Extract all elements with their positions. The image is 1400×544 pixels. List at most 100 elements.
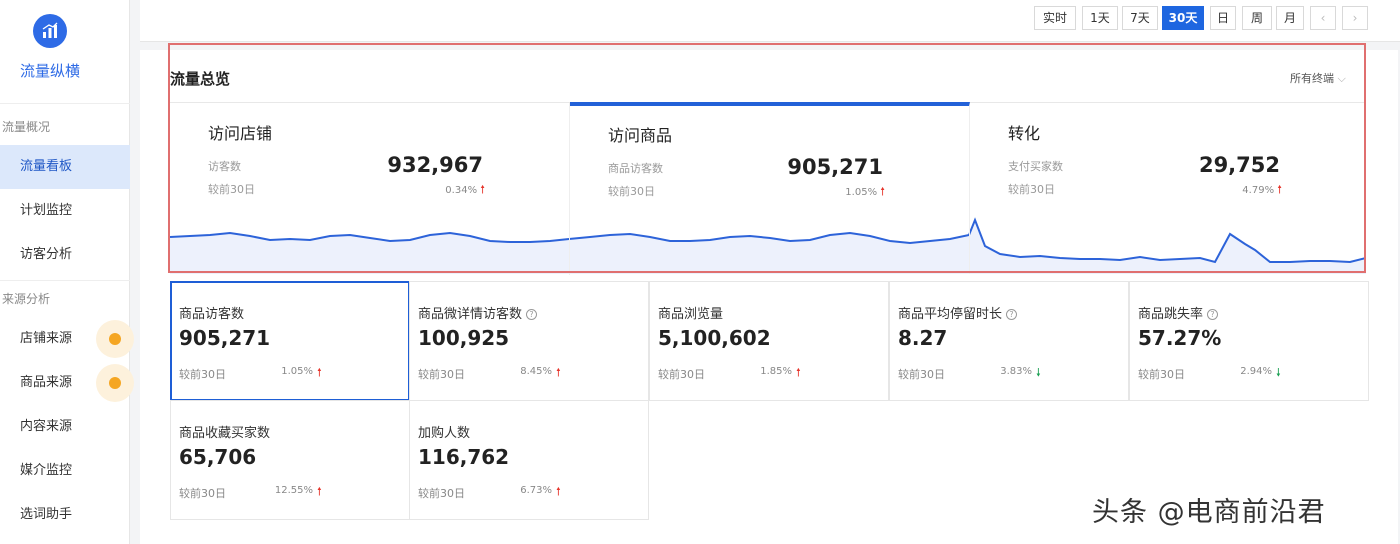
sidebar-item-traffic-board[interactable]: 流量看板: [0, 145, 130, 189]
card-change-value: 4.79%: [1242, 185, 1275, 196]
arrow-up-icon: 🠕: [556, 485, 561, 498]
sidebar-item-visitor-analysis[interactable]: 访客分析: [0, 233, 130, 277]
help-icon[interactable]: ?: [1207, 309, 1219, 320]
metric-change: 2.94%: [1240, 366, 1272, 377]
metric-card-product-visitors[interactable]: 商品访客数 905,271 较前30日 1.05% 🠕: [170, 281, 410, 401]
arrow-up-icon: 🠕: [317, 485, 322, 498]
guide-dot-icon[interactable]: [96, 320, 134, 358]
chevron-left-icon: ‹: [1320, 11, 1326, 25]
card-title: 转化: [1008, 124, 1041, 143]
chart-logo-icon[interactable]: [33, 14, 67, 48]
overview-card-conversion[interactable]: 转化 支付买家数 较前30日 29,752 4.79% 🠕: [970, 103, 1366, 275]
range-day-button[interactable]: 日: [1210, 6, 1236, 30]
metric-value: 116,762: [418, 445, 510, 469]
metric-change: 1.85%: [760, 366, 792, 377]
card-title: 访问店铺: [208, 124, 273, 143]
guide-dot-icon[interactable]: [96, 364, 134, 402]
range-1d-button[interactable]: 1天: [1082, 6, 1118, 30]
top-toolbar: 实时 1天 7天 30天 日 周 月 ‹ ›: [140, 0, 1400, 42]
metric-value: 5,100,602: [658, 326, 771, 350]
card-title: 访问商品: [608, 126, 673, 145]
sidebar-divider: [0, 103, 130, 104]
metric-value: 65,706: [179, 445, 257, 469]
arrow-up-icon: 🠕: [796, 366, 801, 379]
metric-label: 商品收藏买家数: [179, 426, 271, 441]
next-period-button[interactable]: ›: [1342, 6, 1368, 30]
range-realtime-button[interactable]: 实时: [1034, 6, 1076, 30]
card-compare: 较前30日: [1008, 183, 1055, 196]
metric-label-text: 商品跳失率: [1138, 307, 1204, 322]
arrow-down-icon: 🠗: [1036, 366, 1041, 379]
card-compare: 较前30日: [608, 185, 655, 198]
sidebar-group-overview: 流量概况: [2, 120, 51, 134]
sidebar: 流量纵横 流量概况 流量看板 计划监控 访客分析 来源分析 店铺来源 商品来源 …: [0, 0, 130, 544]
metric-card-favorite-buyers[interactable]: 商品收藏买家数 65,706 较前30日 12.55% 🠕: [170, 400, 410, 520]
metric-card-page-views[interactable]: 商品浏览量 5,100,602 较前30日 1.85% 🠕: [649, 281, 889, 401]
overview-title: 流量总览: [170, 70, 231, 88]
metric-value: 100,925: [418, 326, 510, 350]
metric-compare: 较前30日: [898, 368, 945, 381]
terminal-filter-select[interactable]: 所有终端 ⌵: [1290, 70, 1346, 86]
card-compare: 较前30日: [208, 183, 255, 196]
metric-card-micro-detail-visitors[interactable]: 商品微详情访客数? 100,925 较前30日 8.45% 🠕: [409, 281, 649, 401]
card-value: 932,967: [387, 153, 483, 177]
arrow-up-icon: 🠕: [1277, 183, 1282, 196]
metric-compare: 较前30日: [418, 487, 465, 500]
card-change-value: 0.34%: [445, 185, 478, 196]
metric-label: 加购人数: [418, 426, 471, 441]
card-value: 29,752: [1198, 153, 1280, 177]
overview-card-store[interactable]: 访问店铺 访客数 较前30日 932,967 0.34% 🠕: [170, 103, 570, 275]
metric-label: 商品平均停留时长?: [898, 303, 1018, 322]
watermark-text: 头条 @电商前沿君: [1092, 497, 1326, 528]
card-change: 0.34% 🠕: [445, 181, 485, 200]
metric-card-bounce-rate[interactable]: 商品跳失率? 57.27% 较前30日 2.94% 🠗: [1129, 281, 1369, 401]
metric-change: 12.55%: [274, 485, 313, 496]
metric-card-avg-stay[interactable]: 商品平均停留时长? 8.27 较前30日 3.83% 🠗: [889, 281, 1129, 401]
metric-compare: 较前30日: [658, 368, 705, 381]
app-name: 流量纵横: [19, 62, 80, 80]
overview-card-product[interactable]: 访问商品 商品访客数 较前30日 905,271 1.05% 🠕: [570, 102, 970, 274]
metric-value: 57.27%: [1138, 326, 1222, 350]
metric-compare: 较前30日: [179, 487, 226, 500]
metric-card-add-to-cart[interactable]: 加购人数 116,762 较前30日 6.73% 🠕: [409, 400, 649, 520]
range-30d-button[interactable]: 30天: [1162, 6, 1204, 30]
arrow-up-icon: 🠕: [317, 366, 322, 379]
metric-label-text: 商品平均停留时长: [898, 307, 1003, 322]
help-icon[interactable]: ?: [526, 309, 538, 320]
metric-label: 商品访客数: [179, 307, 245, 322]
prev-period-button[interactable]: ‹: [1310, 6, 1336, 30]
metric-compare: 较前30日: [179, 368, 226, 381]
arrow-up-icon: 🠕: [556, 366, 561, 379]
sidebar-item-content-source[interactable]: 内容来源: [0, 405, 130, 449]
sidebar-item-keyword-helper[interactable]: 选词助手: [0, 493, 130, 537]
card-change-value: 1.05%: [845, 187, 878, 198]
card-change: 4.79% 🠕: [1242, 181, 1282, 200]
arrow-down-icon: 🠗: [1276, 366, 1281, 379]
chevron-down-icon: ⌵: [1337, 72, 1346, 85]
card-label: 商品访客数: [608, 162, 663, 175]
metric-label: 商品跳失率?: [1138, 303, 1219, 322]
sidebar-item-plan-monitor[interactable]: 计划监控: [0, 189, 130, 233]
sidebar-group-source: 来源分析: [2, 292, 51, 306]
arrow-up-icon: 🠕: [880, 185, 885, 198]
metric-change: 3.83%: [1000, 366, 1032, 377]
chevron-right-icon: ›: [1352, 11, 1358, 25]
sidebar-item-media-monitor[interactable]: 媒介监控: [0, 449, 130, 493]
card-label: 访客数: [208, 160, 241, 173]
card-value: 905,271: [787, 155, 883, 179]
help-icon[interactable]: ?: [1006, 309, 1018, 320]
metric-label: 商品浏览量: [658, 307, 724, 322]
range-7d-button[interactable]: 7天: [1122, 6, 1158, 30]
range-month-button[interactable]: 月: [1276, 6, 1304, 30]
metric-compare: 较前30日: [1138, 368, 1185, 381]
metric-change: 1.05%: [281, 366, 313, 377]
metric-change: 8.45%: [520, 366, 552, 377]
metric-label-text: 商品微详情访客数: [418, 307, 523, 322]
metric-change: 6.73%: [520, 485, 552, 496]
range-week-button[interactable]: 周: [1242, 6, 1272, 30]
arrow-up-icon: 🠕: [480, 183, 485, 196]
terminal-filter-label: 所有终端: [1290, 72, 1334, 85]
card-label: 支付买家数: [1008, 160, 1063, 173]
metric-value: 905,271: [179, 326, 271, 350]
metric-compare: 较前30日: [418, 368, 465, 381]
